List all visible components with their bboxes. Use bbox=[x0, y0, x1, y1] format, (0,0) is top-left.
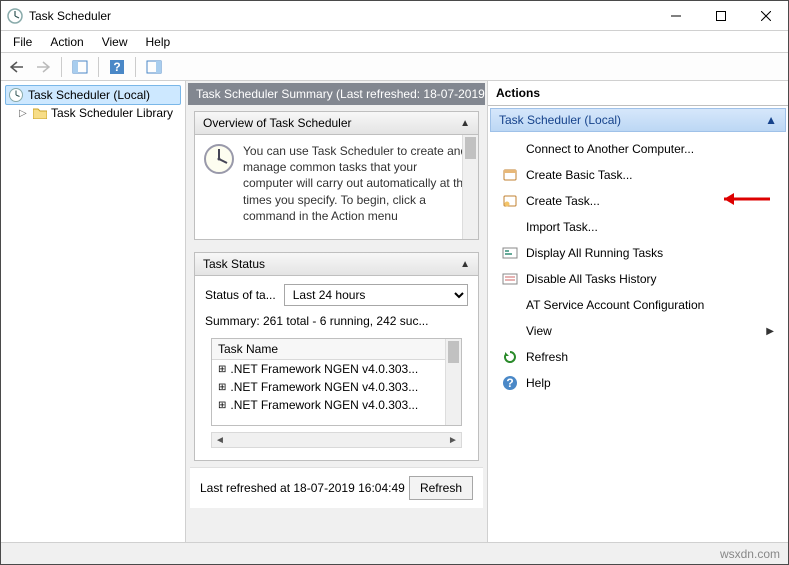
task-row[interactable]: ⊞.NET Framework NGEN v4.0.303... bbox=[212, 396, 445, 414]
statusbar-text: wsxdn.com bbox=[720, 547, 780, 561]
status-section: Task Status ▲ Status of ta... Last 24 ho… bbox=[194, 252, 479, 461]
center-header: Task Scheduler Summary (Last refreshed: … bbox=[188, 83, 485, 105]
action-label: Import Task... bbox=[526, 220, 774, 234]
none-icon bbox=[502, 323, 518, 339]
basic-icon bbox=[502, 167, 518, 183]
tree-root-label: Task Scheduler (Local) bbox=[28, 88, 150, 102]
action-list: Connect to Another Computer... Create Bas… bbox=[488, 134, 788, 398]
status-period-select[interactable]: Last 24 hours bbox=[284, 284, 468, 306]
collapse-icon: ▲ bbox=[460, 259, 470, 270]
overview-header[interactable]: Overview of Task Scheduler ▲ bbox=[195, 112, 478, 135]
task-list: Task Name ⊞.NET Framework NGEN v4.0.303.… bbox=[211, 338, 462, 426]
last-refreshed-label: Last refreshed at 18-07-2019 16:04:49 bbox=[200, 481, 405, 495]
none-icon bbox=[502, 141, 518, 157]
minimize-button[interactable] bbox=[653, 1, 698, 30]
action-connect-to-another-computer[interactable]: Connect to Another Computer... bbox=[492, 136, 784, 162]
overview-section: Overview of Task Scheduler ▲ You can use… bbox=[194, 111, 479, 240]
none-icon bbox=[502, 297, 518, 313]
clock-icon bbox=[203, 143, 235, 175]
close-button[interactable] bbox=[743, 1, 788, 30]
actions-scope[interactable]: Task Scheduler (Local) ▲ bbox=[490, 108, 786, 132]
statusbar: wsxdn.com bbox=[1, 542, 788, 564]
status-summary: Summary: 261 total - 6 running, 242 suc.… bbox=[205, 314, 468, 328]
toolbar: ? bbox=[1, 53, 788, 81]
actions-pane: Actions Task Scheduler (Local) ▲ Connect… bbox=[488, 81, 788, 542]
tree-root[interactable]: Task Scheduler (Local) bbox=[5, 85, 181, 105]
menu-view[interactable]: View bbox=[94, 33, 136, 51]
none-icon bbox=[502, 219, 518, 235]
chevron-right-icon: ▶ bbox=[766, 326, 774, 337]
status-title: Task Status bbox=[203, 257, 265, 271]
action-label: Disable All Tasks History bbox=[526, 272, 774, 286]
action-label: Help bbox=[526, 376, 774, 390]
actions-header: Actions bbox=[488, 81, 788, 106]
scrollbar[interactable] bbox=[445, 339, 461, 425]
menu-file[interactable]: File bbox=[5, 33, 40, 51]
show-hide-tree-button[interactable] bbox=[68, 55, 92, 79]
menu-action[interactable]: Action bbox=[42, 33, 91, 51]
collapse-icon: ▲ bbox=[765, 113, 777, 127]
window: Task Scheduler File Action View Help ? T… bbox=[0, 0, 789, 565]
help-button[interactable]: ? bbox=[105, 55, 129, 79]
task-name-column[interactable]: Task Name bbox=[212, 339, 445, 360]
action-label: Create Basic Task... bbox=[526, 168, 774, 182]
tree-library-label: Task Scheduler Library bbox=[51, 106, 173, 120]
toolbar-separator bbox=[61, 57, 62, 77]
action-label: Display All Running Tasks bbox=[526, 246, 774, 260]
refresh-button[interactable]: Refresh bbox=[409, 476, 473, 500]
action-label: View bbox=[526, 324, 758, 338]
titlebar: Task Scheduler bbox=[1, 1, 788, 31]
menu-help[interactable]: Help bbox=[138, 33, 179, 51]
action-create-task[interactable]: Create Task... bbox=[492, 188, 784, 214]
expand-icon[interactable]: ▷ bbox=[19, 108, 29, 119]
center-pane: Task Scheduler Summary (Last refreshed: … bbox=[186, 81, 488, 542]
action-disable-all-tasks-history[interactable]: Disable All Tasks History bbox=[492, 266, 784, 292]
action-import-task[interactable]: Import Task... bbox=[492, 214, 784, 240]
task-icon bbox=[502, 193, 518, 209]
status-header[interactable]: Task Status ▲ bbox=[195, 253, 478, 276]
tree-library[interactable]: ▷ Task Scheduler Library bbox=[5, 105, 181, 121]
action-view[interactable]: View ▶ bbox=[492, 318, 784, 344]
forward-button[interactable] bbox=[31, 55, 55, 79]
menubar: File Action View Help bbox=[1, 31, 788, 53]
overview-text: You can use Task Scheduler to create and… bbox=[243, 143, 470, 231]
toolbar-separator bbox=[135, 57, 136, 77]
horizontal-scrollbar[interactable]: ◄► bbox=[211, 432, 462, 448]
action-help[interactable]: ? Help bbox=[492, 370, 784, 396]
overview-title: Overview of Task Scheduler bbox=[203, 116, 352, 130]
action-display-all-running-tasks[interactable]: Display All Running Tasks bbox=[492, 240, 784, 266]
history-icon bbox=[502, 271, 518, 287]
action-at-service-account-configuration[interactable]: AT Service Account Configuration bbox=[492, 292, 784, 318]
task-row[interactable]: ⊞.NET Framework NGEN v4.0.303... bbox=[212, 360, 445, 378]
status-label: Status of ta... bbox=[205, 288, 276, 302]
action-pane-button[interactable] bbox=[142, 55, 166, 79]
action-create-basic-task[interactable]: Create Basic Task... bbox=[492, 162, 784, 188]
body: Task Scheduler (Local) ▷ Task Scheduler … bbox=[1, 81, 788, 542]
action-refresh[interactable]: Refresh bbox=[492, 344, 784, 370]
maximize-button[interactable] bbox=[698, 1, 743, 30]
task-row[interactable]: ⊞.NET Framework NGEN v4.0.303... bbox=[212, 378, 445, 396]
scrollbar[interactable] bbox=[462, 135, 478, 239]
toolbar-separator bbox=[98, 57, 99, 77]
tree-pane[interactable]: Task Scheduler (Local) ▷ Task Scheduler … bbox=[1, 81, 186, 542]
help-icon: ? bbox=[502, 375, 518, 391]
collapse-icon: ▲ bbox=[460, 118, 470, 129]
back-button[interactable] bbox=[5, 55, 29, 79]
action-label: Refresh bbox=[526, 350, 774, 364]
action-label: AT Service Account Configuration bbox=[526, 298, 774, 312]
action-label: Connect to Another Computer... bbox=[526, 142, 774, 156]
app-icon bbox=[7, 8, 23, 24]
svg-text:?: ? bbox=[506, 376, 513, 390]
running-icon bbox=[502, 245, 518, 261]
refresh-icon bbox=[502, 349, 518, 365]
action-label: Create Task... bbox=[526, 194, 774, 208]
svg-text:?: ? bbox=[113, 60, 120, 74]
window-title: Task Scheduler bbox=[29, 9, 653, 23]
center-footer: Last refreshed at 18-07-2019 16:04:49 Re… bbox=[190, 467, 483, 508]
